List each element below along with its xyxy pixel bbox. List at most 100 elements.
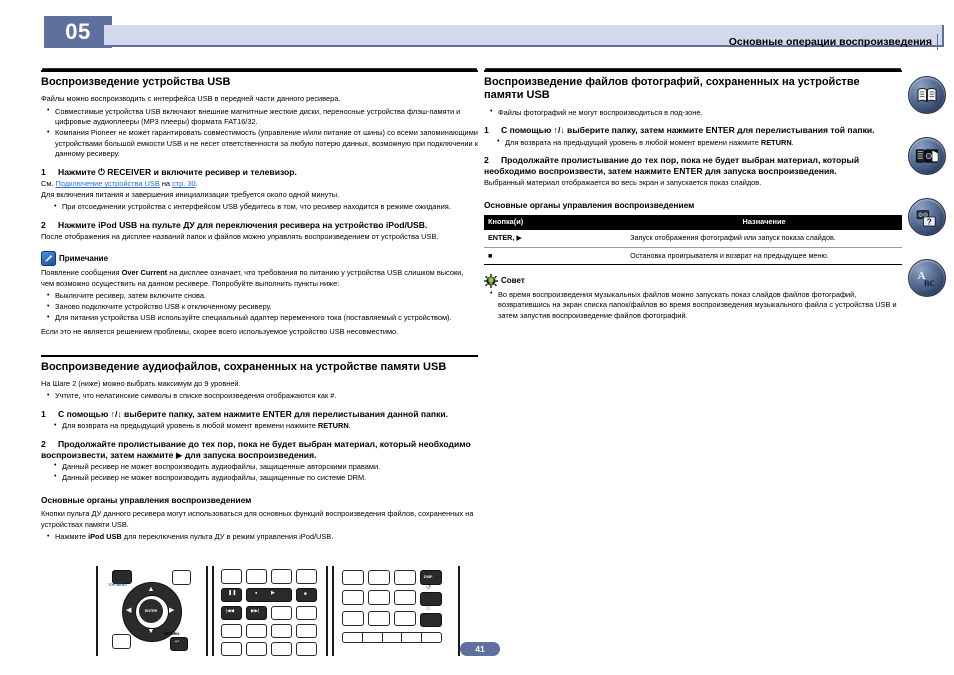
- remote-button-d1c1[interactable]: [342, 570, 364, 585]
- strip-segment[interactable]: [383, 633, 403, 642]
- remote-button-r1c4[interactable]: [296, 569, 317, 584]
- step-number: 2: [41, 438, 46, 449]
- display-button[interactable]: DISP: [420, 570, 442, 585]
- chapter-number: 05: [44, 16, 112, 48]
- return-label: RETURN: [164, 632, 179, 636]
- header-bar: Основные операции воспроизведения: [104, 25, 944, 50]
- remote-button-r5c1[interactable]: [221, 642, 242, 656]
- table-body: ENTER, ▶ Запуск отображения фотографий и…: [484, 230, 902, 264]
- table-row: ■ Остановка проигрывателя и возврат на п…: [484, 247, 902, 264]
- remote-button-r3c4[interactable]: [296, 606, 317, 620]
- step-2-audio: 2 Продолжайте пролистывание до тех пор, п…: [41, 439, 478, 461]
- arrow-down-icon[interactable]: ▼: [148, 628, 155, 635]
- remote-button-d2c2[interactable]: [368, 590, 390, 605]
- step-text: Продолжайте пролистывание до тех пор, по…: [41, 438, 471, 460]
- play-button[interactable]: ● ▶: [246, 588, 292, 602]
- step-1-photo-bullets: Для возврата на предыдущий уровень в люб…: [484, 137, 902, 149]
- remote-button-d1c3[interactable]: [394, 570, 416, 585]
- header-title: Основные операции воспроизведения: [728, 34, 939, 50]
- remote-button-r4c2[interactable]: [246, 624, 267, 638]
- remote-button-r5c2[interactable]: [246, 642, 267, 656]
- remote-button-blank-bl[interactable]: [112, 634, 131, 649]
- step-text: Нажмите ⏻ RECEIVER и включите ресивер и …: [58, 167, 297, 177]
- top-menu-button[interactable]: [112, 570, 132, 584]
- list-item: Для питания устройства USB используйте с…: [47, 313, 478, 324]
- glossary-abc-icon[interactable]: A BC: [908, 259, 946, 297]
- step-2-audio-bullets: Данный ресивер не может воспроизводить а…: [41, 461, 478, 484]
- next-track-button[interactable]: ▶▶|: [246, 606, 267, 620]
- remote-button-r1c1[interactable]: [221, 569, 242, 584]
- return-button[interactable]: ↩: [170, 637, 188, 651]
- remote-button-r1c3[interactable]: [271, 569, 292, 584]
- note-header: Примечание: [41, 251, 478, 267]
- remote-button-r3c3[interactable]: [271, 606, 292, 620]
- col-header-button: Кнопка(и): [484, 214, 627, 231]
- step-number: 2: [484, 155, 489, 166]
- strip-segment[interactable]: [343, 633, 363, 642]
- remote-button-r1c2[interactable]: [246, 569, 267, 584]
- strip-segment[interactable]: [402, 633, 423, 642]
- previous-track-button[interactable]: |◀◀: [221, 606, 242, 620]
- step-text: С помощью ↑/↓ выберите папку, затем нажм…: [501, 125, 875, 136]
- see-prefix: См.: [41, 179, 56, 189]
- pause-button[interactable]: ❚❚: [221, 588, 242, 602]
- step-1-bullets: При отсоединении устройства с интерфейсо…: [41, 202, 478, 213]
- note-body: Появление сообщения Over Current на дисп…: [41, 268, 478, 289]
- remote-button-blank-tr[interactable]: [172, 570, 191, 585]
- faq-icon[interactable]: ?: [908, 198, 946, 236]
- strip-segment[interactable]: [422, 633, 441, 642]
- list-item: Данный ресивер не может воспроизводить а…: [54, 473, 478, 484]
- shuffle-button[interactable]: [420, 613, 442, 627]
- book-icon[interactable]: [908, 76, 946, 114]
- arrow-left-icon[interactable]: ◀: [126, 607, 131, 614]
- remote-button-r5c3[interactable]: [271, 642, 292, 656]
- remote-button-d2c1[interactable]: [342, 590, 364, 605]
- link-page-30[interactable]: стр. 30: [172, 179, 196, 188]
- section-heading-audio-playback: Воспроизведение аудиофайлов, сохраненных…: [41, 354, 478, 374]
- arrow-right-icon[interactable]: ▶: [169, 607, 174, 614]
- audio-intro-text: На Шаге 2 (ниже) можно выбрать максимум …: [41, 378, 241, 388]
- list-item: Для возврата на предыдущий уровень в люб…: [497, 137, 902, 149]
- note-bullets: Выключите ресивер, затем включите снова.…: [41, 291, 478, 324]
- remote-button-r5c4[interactable]: [296, 642, 317, 656]
- left-column: Воспроизведение устройства USB Файлы мож…: [41, 70, 478, 546]
- remote-panel-navigation: TOP MENU ENTER ▲ ▼ ◀ ▶ RETURN ↩: [96, 566, 208, 656]
- remote-button-d3c1[interactable]: [342, 611, 364, 626]
- basic-controls-bullets: Нажмите iPod USB для переключения пульта…: [41, 532, 478, 543]
- step-text: С помощью ↑/↓ выберите папку, затем нажм…: [58, 408, 449, 419]
- note-pencil-icon: [41, 251, 56, 267]
- arrow-up-icon[interactable]: ▲: [148, 586, 155, 593]
- remote-button-strip[interactable]: [342, 632, 442, 643]
- note-footer: Если это не является решением проблемы, …: [41, 326, 399, 336]
- note-label: Примечание: [59, 254, 109, 264]
- receiver-icon[interactable]: [908, 137, 946, 175]
- remote-panel-transport: ❚❚ ● ▶ ■ |◀◀ ▶▶|: [212, 566, 328, 656]
- subheading-basic-controls-left: Основные органы управления воспроизведен…: [41, 494, 252, 505]
- remote-control-illustration: TOP MENU ENTER ▲ ▼ ◀ ▶ RETURN ↩ ❚❚ ● ▶ ■: [96, 566, 460, 656]
- section-heading-photo-playback: Воспроизведение файлов фотографий, сохра…: [484, 70, 902, 103]
- enter-button[interactable]: ENTER: [139, 599, 163, 623]
- note-body-bold: Over Current: [121, 268, 168, 278]
- step-1-photo: 1 С помощью ↑/↓ выберите папку, затем наж…: [484, 125, 902, 136]
- cell-button: ■: [488, 250, 493, 260]
- step-text: Нажмите iPod USB на пульте ДУ для перекл…: [58, 219, 428, 230]
- link-usb-connection[interactable]: Подключение устройства USB: [56, 179, 160, 188]
- see-mid: на: [159, 179, 173, 189]
- remote-button-d1c2[interactable]: [368, 570, 390, 585]
- list-item: Учтите, что нелатинские символы в списке…: [47, 391, 478, 402]
- tip-bulb-icon: [484, 273, 498, 288]
- bullet-bold: RETURN: [760, 137, 792, 147]
- strip-segment[interactable]: [363, 633, 383, 642]
- remote-button-r4c1[interactable]: [221, 624, 242, 638]
- remote-button-r4c3[interactable]: [271, 624, 292, 638]
- stop-button[interactable]: ■: [296, 588, 317, 602]
- tip-header: Совет: [484, 273, 902, 288]
- remote-button-d3c3[interactable]: [394, 611, 416, 626]
- remote-button-d2c3[interactable]: [394, 590, 416, 605]
- section-heading-usb-playback: Воспроизведение устройства USB: [41, 70, 478, 89]
- remote-button-d3c2[interactable]: [368, 611, 390, 626]
- remote-button-r4c4[interactable]: [296, 624, 317, 638]
- list-item: Для возврата на предыдущий уровень в люб…: [54, 421, 478, 432]
- repeat-button[interactable]: [420, 592, 442, 606]
- note-body-pre: Появление сообщения: [41, 268, 122, 278]
